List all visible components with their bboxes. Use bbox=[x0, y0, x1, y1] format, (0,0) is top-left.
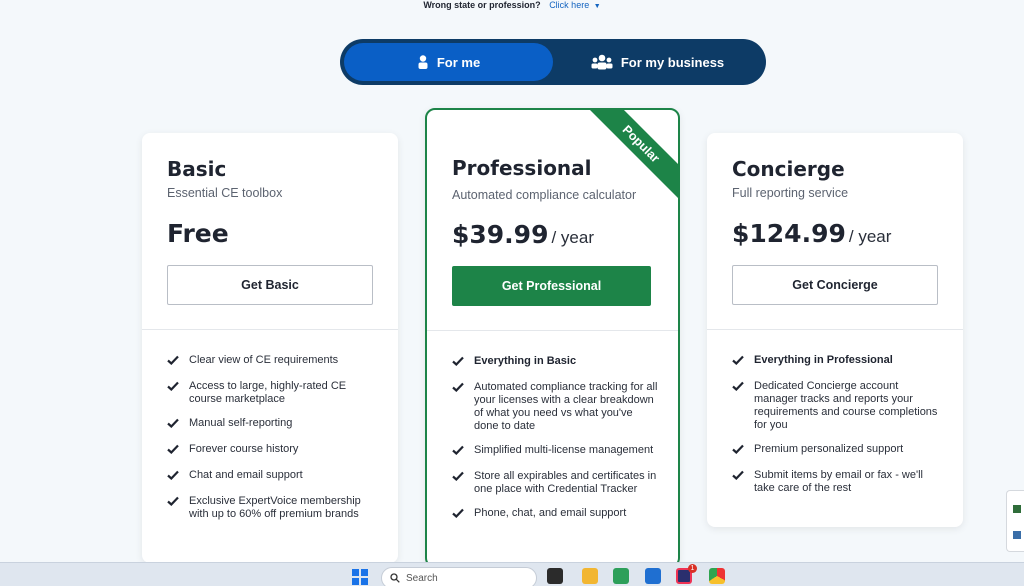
plan-subtitle: Automated compliance calculator bbox=[452, 188, 637, 202]
widget-icon bbox=[1013, 505, 1021, 513]
feature-list: Everything in Basic Automated compliance… bbox=[452, 355, 658, 533]
feature-text: Simplified multi-license management bbox=[474, 444, 654, 456]
list-item: Phone, chat, and email support bbox=[452, 507, 658, 522]
plan-price: Free bbox=[167, 219, 229, 248]
checkmark-icon bbox=[167, 496, 181, 510]
list-item: Chat and email support bbox=[167, 469, 378, 484]
plan-price: $124.99/ year bbox=[732, 219, 891, 248]
checkmark-icon bbox=[167, 418, 181, 432]
plan-subtitle: Essential CE toolbox bbox=[167, 186, 283, 200]
feature-text: Dedicated Concierge account manager trac… bbox=[754, 380, 938, 431]
state-profession-note: Wrong state or profession? Click here ▼ bbox=[0, 0, 1024, 12]
checkmark-icon bbox=[452, 508, 466, 522]
plan-name: Professional bbox=[452, 156, 592, 180]
outlook-icon[interactable] bbox=[645, 568, 661, 584]
windows-start-icon[interactable] bbox=[352, 569, 368, 585]
feature-list: Clear view of CE requirements Access to … bbox=[167, 354, 378, 532]
feature-text: Chat and email support bbox=[189, 469, 303, 481]
tab-for-my-business-label: For my business bbox=[620, 54, 725, 70]
list-item: Everything in Professional bbox=[732, 354, 943, 369]
checkmark-icon bbox=[732, 381, 746, 395]
feature-text: Clear view of CE requirements bbox=[189, 354, 339, 366]
taskbar: Search 1 bbox=[0, 562, 1024, 586]
plan-price-period: / year bbox=[551, 228, 595, 247]
plan-name: Concierge bbox=[732, 157, 845, 181]
taskbar-app-icon[interactable] bbox=[547, 568, 563, 584]
notification-badge: 1 bbox=[688, 564, 697, 573]
list-item: Simplified multi-license management bbox=[452, 444, 658, 459]
feature-text: Premium personalized support bbox=[754, 443, 904, 455]
checkmark-icon bbox=[167, 381, 181, 395]
list-item: Exclusive ExpertVoice membership with up… bbox=[167, 495, 378, 521]
list-item: Manual self-reporting bbox=[167, 417, 378, 432]
list-item: Store all expirables and certificates in… bbox=[452, 470, 658, 496]
plan-price-amount: $39.99 bbox=[452, 220, 549, 249]
plan-card-professional: Popular Professional Automated complianc… bbox=[425, 108, 680, 568]
checkmark-icon bbox=[167, 444, 181, 458]
feature-text: Access to large, highly-rated CE course … bbox=[189, 380, 347, 405]
file-explorer-icon[interactable] bbox=[582, 568, 598, 584]
list-item: Submit items by email or fax - we'll tak… bbox=[732, 469, 943, 495]
divider bbox=[142, 329, 398, 330]
search-placeholder: Search bbox=[406, 572, 438, 584]
list-item: Clear view of CE requirements bbox=[167, 354, 378, 369]
chrome-icon[interactable] bbox=[709, 568, 725, 584]
group-icon bbox=[591, 54, 613, 70]
plan-price-amount: Free bbox=[167, 219, 229, 248]
checkmark-icon bbox=[452, 445, 466, 459]
state-question: Wrong state or profession? bbox=[423, 0, 541, 10]
get-basic-button[interactable]: Get Basic bbox=[167, 265, 373, 305]
get-concierge-button[interactable]: Get Concierge bbox=[732, 265, 938, 305]
feature-text: Forever course history bbox=[189, 443, 299, 455]
feature-text: Everything in Professional bbox=[754, 354, 893, 366]
feature-text: Everything in Basic bbox=[474, 355, 577, 367]
side-widget[interactable] bbox=[1006, 490, 1024, 552]
feature-list: Everything in Professional Dedicated Con… bbox=[732, 354, 943, 506]
get-professional-button[interactable]: Get Professional bbox=[452, 266, 651, 306]
click-here-link[interactable]: Click here bbox=[549, 0, 589, 10]
feature-text: Submit items by email or fax - we'll tak… bbox=[754, 469, 923, 494]
checkmark-icon bbox=[167, 470, 181, 484]
taskbar-search-input[interactable]: Search bbox=[381, 567, 537, 586]
feature-text: Phone, chat, and email support bbox=[474, 507, 627, 519]
person-icon bbox=[418, 55, 428, 69]
list-item: Dedicated Concierge account manager trac… bbox=[732, 380, 943, 432]
checkmark-icon bbox=[732, 444, 746, 458]
checkmark-icon bbox=[452, 471, 466, 485]
tab-for-me[interactable]: For me bbox=[344, 43, 553, 81]
widget-icon bbox=[1013, 531, 1021, 539]
list-item: Access to large, highly-rated CE course … bbox=[167, 380, 378, 406]
list-item: Everything in Basic bbox=[452, 355, 658, 370]
plan-card-concierge: Concierge Full reporting service $124.99… bbox=[707, 133, 963, 527]
checkmark-icon bbox=[167, 355, 181, 369]
plan-price: $39.99/ year bbox=[452, 220, 594, 249]
search-icon bbox=[390, 573, 400, 583]
feature-text: Exclusive ExpertVoice membership with up… bbox=[189, 495, 361, 520]
list-item: Automated compliance tracking for all yo… bbox=[452, 381, 658, 433]
divider bbox=[427, 330, 678, 331]
plan-subtitle: Full reporting service bbox=[732, 186, 849, 200]
tab-for-my-business[interactable]: For my business bbox=[553, 43, 762, 81]
feature-text: Manual self-reporting bbox=[189, 417, 293, 429]
checkmark-icon bbox=[452, 356, 466, 370]
plan-price-amount: $124.99 bbox=[732, 219, 846, 248]
edge-browser-icon[interactable] bbox=[613, 568, 629, 584]
tab-for-me-label: For me bbox=[436, 54, 481, 70]
plan-price-period: / year bbox=[848, 227, 892, 246]
chevron-down-icon[interactable]: ▼ bbox=[594, 3, 601, 10]
list-item: Forever course history bbox=[167, 443, 378, 458]
list-item: Premium personalized support bbox=[732, 443, 943, 458]
plan-name: Basic bbox=[167, 157, 227, 181]
divider bbox=[707, 329, 963, 330]
checkmark-icon bbox=[452, 382, 466, 396]
checkmark-icon bbox=[732, 355, 746, 369]
checkmark-icon bbox=[732, 470, 746, 484]
plan-card-basic: Basic Essential CE toolbox Free Get Basi… bbox=[142, 133, 398, 563]
feature-text: Store all expirables and certificates in… bbox=[474, 470, 657, 495]
feature-text: Automated compliance tracking for all yo… bbox=[474, 381, 658, 432]
audience-toggle: For me For my business bbox=[340, 39, 766, 85]
